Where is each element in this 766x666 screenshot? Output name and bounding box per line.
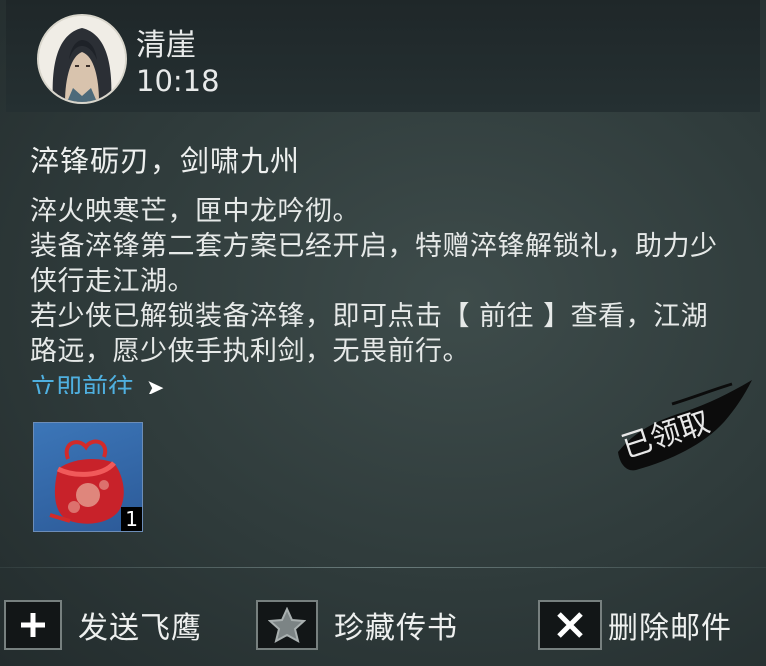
chevron-right-icon: ➤ <box>146 376 165 394</box>
send-eagle-button[interactable]: 发送飞鹰 <box>4 598 202 652</box>
attachment-count: 1 <box>121 507 142 531</box>
favorite-label: 珍藏传书 <box>334 611 458 646</box>
mail-time: 10:18 <box>136 64 220 98</box>
mail-body: 淬火映寒芒，匣中龙吟彻。 装备淬锋第二套方案已经开启，特赠淬锋解锁礼，助力少侠行… <box>30 194 720 369</box>
mail-subject: 淬锋砺刃，剑啸九州 <box>30 144 301 178</box>
close-icon <box>538 600 602 650</box>
attachment-item[interactable]: 1 <box>33 422 143 532</box>
plus-icon <box>4 600 62 650</box>
claimed-stamp: 已领取 <box>618 380 752 471</box>
sender-avatar <box>37 14 127 104</box>
mail-panel: 清崖 10:18 淬锋砺刃，剑啸九州 淬火映寒芒，匣中龙吟彻。 装备淬锋第二套方… <box>0 0 766 666</box>
mail-body-line: 若少侠已解锁装备淬锋，即可点击【 前往 】查看，江湖路远，愿少侠手执利剑，无畏前… <box>30 301 709 367</box>
mail-body-line: 淬火映寒芒，匣中龙吟彻。 <box>30 196 360 227</box>
divider <box>0 567 766 568</box>
star-icon <box>256 600 318 650</box>
send-eagle-label: 发送飞鹰 <box>78 611 202 646</box>
favorite-button[interactable]: 珍藏传书 <box>256 598 458 652</box>
goto-link[interactable]: 立即前往 ➤ <box>30 372 164 394</box>
goto-link-label[interactable]: 立即前往 <box>30 372 134 394</box>
delete-mail-label: 删除邮件 <box>608 611 732 646</box>
sender-name: 清崖 <box>136 28 196 63</box>
delete-mail-button[interactable]: 删除邮件 <box>538 598 732 652</box>
mail-body-line: 装备淬锋第二套方案已经开启，特赠淬锋解锁礼，助力少侠行走江湖。 <box>30 231 718 297</box>
